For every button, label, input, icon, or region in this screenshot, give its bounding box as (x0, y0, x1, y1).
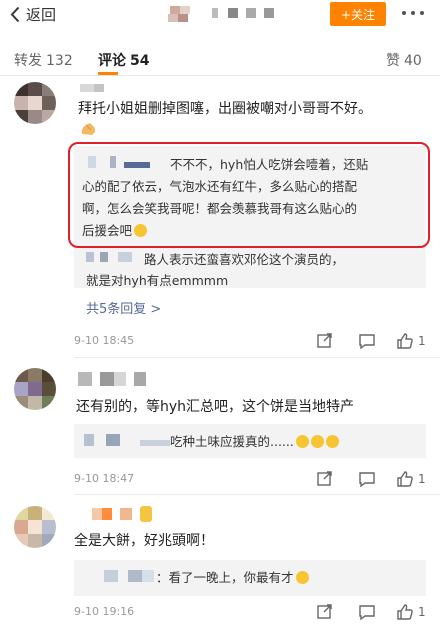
comment-timestamp: 9-10 19:16 (74, 605, 135, 618)
avatar[interactable] (14, 368, 56, 410)
username-mosaic (92, 508, 132, 520)
reply-line: ：看了一晚上，你最有才 (156, 567, 309, 588)
chevron-left-icon (10, 6, 20, 23)
like-icon[interactable] (396, 332, 414, 350)
more-replies-link[interactable]: 共5条回复 > (86, 298, 161, 317)
like-count: 1 (418, 334, 426, 348)
comment-text: 还有别的，等hyh汇总吧，这个饼是当地特产 (76, 399, 355, 415)
back-button[interactable]: 返回 (10, 4, 56, 25)
reply-line: 路人表示还蛮喜欢邓伦这个演员的， (144, 252, 345, 267)
reply-line: 吃种土味应援真的...... (170, 431, 339, 452)
clap-emoji-icon (81, 123, 96, 135)
active-tab-indicator (98, 72, 118, 75)
avatar[interactable] (14, 82, 56, 124)
author-name-mosaic-2 (168, 14, 188, 22)
reply-line-text: 吃种土味应援真的...... (170, 434, 294, 449)
tab-likes-label: 赞 (386, 53, 400, 69)
tab-bar: 转发 132 评论 54 赞 40 (0, 44, 440, 76)
username-mosaic (80, 84, 104, 92)
more-options-icon[interactable] (402, 6, 430, 20)
author-name-mosaic-3 (212, 8, 274, 18)
like-count: 1 (418, 472, 426, 486)
like-icon[interactable] (396, 470, 414, 488)
reply-username-mosaic (84, 434, 170, 446)
tab-comments-count: 54 (130, 53, 150, 69)
top-bar: 返回 +关注 (0, 0, 440, 30)
comment-text: 全是大餅，好兆頭啊！ (74, 533, 214, 549)
like-icon[interactable] (396, 603, 414, 621)
annotation-highlight (68, 142, 430, 248)
username-mosaic (78, 372, 146, 386)
tab-likes[interactable]: 赞 40 (386, 50, 422, 70)
comment-icon[interactable] (358, 332, 376, 350)
divider (74, 357, 440, 358)
tab-reposts-count: 132 (46, 53, 73, 69)
follow-button[interactable]: +关注 (330, 2, 386, 26)
member-badge-icon (140, 506, 152, 522)
reply-line-text: ：看了一晚上，你最有才 (156, 570, 294, 585)
grin-emoji-icon (295, 571, 309, 584)
comment-timestamp: 9-10 18:47 (74, 472, 135, 485)
emoji-icon (325, 435, 339, 448)
comment-timestamp: 9-10 18:45 (74, 334, 135, 347)
emoji-icon (295, 435, 309, 448)
reply-username-mosaic (104, 570, 154, 582)
tab-comments-label: 评论 (98, 53, 126, 69)
comment-icon[interactable] (358, 603, 376, 621)
reply-line: 就是对hyh有点emmmm (86, 273, 229, 288)
comment-text: 拜托小姐姐删掉图噻，出圈被嘲对小哥哥不好。 (78, 101, 372, 117)
comment-icon[interactable] (358, 470, 376, 488)
repost-icon[interactable] (316, 470, 334, 488)
avatar[interactable] (14, 506, 56, 548)
tab-reposts-label: 转发 (14, 53, 42, 69)
back-label: 返回 (26, 6, 57, 24)
tab-comments[interactable]: 评论 54 (98, 50, 149, 70)
tab-likes-count: 40 (404, 53, 422, 69)
divider (74, 494, 440, 495)
repost-icon[interactable] (316, 332, 334, 350)
emoji-icon (310, 435, 324, 448)
author-name-mosaic (170, 6, 190, 14)
tab-reposts[interactable]: 转发 132 (14, 50, 73, 70)
repost-icon[interactable] (316, 603, 334, 621)
reply-username-mosaic (86, 252, 132, 262)
like-count: 1 (418, 605, 426, 619)
